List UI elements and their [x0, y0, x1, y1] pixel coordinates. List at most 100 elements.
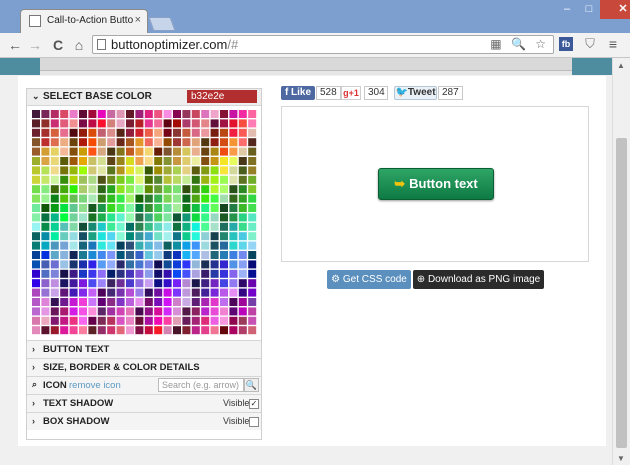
color-swatch[interactable]: [135, 241, 144, 250]
color-swatch[interactable]: [50, 110, 59, 118]
color-swatch[interactable]: [79, 213, 87, 222]
color-swatch[interactable]: [182, 260, 191, 269]
color-swatch[interactable]: [126, 175, 134, 184]
close-tab-icon[interactable]: ×: [135, 14, 141, 26]
color-swatch[interactable]: [229, 204, 238, 212]
color-swatch[interactable]: [191, 128, 200, 137]
color-swatch[interactable]: [201, 279, 210, 288]
color-swatch[interactable]: [210, 119, 219, 128]
color-swatch[interactable]: [173, 232, 181, 241]
color-swatch[interactable]: [126, 194, 134, 203]
color-swatch[interactable]: [154, 157, 163, 165]
color-swatch[interactable]: [191, 204, 200, 212]
color-swatch[interactable]: [126, 279, 134, 288]
color-swatch[interactable]: [41, 185, 50, 194]
color-swatch[interactable]: [50, 316, 59, 325]
color-swatch[interactable]: [182, 307, 191, 316]
color-swatch[interactable]: [210, 110, 219, 118]
color-swatch[interactable]: [60, 307, 69, 316]
color-swatch[interactable]: [41, 194, 50, 203]
color-swatch[interactable]: [154, 166, 163, 175]
color-swatch[interactable]: [41, 128, 50, 137]
color-swatch[interactable]: [238, 279, 247, 288]
color-swatch[interactable]: [41, 241, 50, 250]
color-swatch[interactable]: [60, 269, 69, 278]
color-swatch[interactable]: [144, 326, 153, 335]
color-swatch[interactable]: [88, 260, 97, 269]
color-swatch[interactable]: [144, 175, 153, 184]
color-swatch[interactable]: [220, 288, 228, 297]
color-swatch[interactable]: [88, 288, 97, 297]
color-swatch[interactable]: [220, 194, 228, 203]
color-swatch[interactable]: [201, 147, 210, 156]
color-swatch[interactable]: [41, 316, 50, 325]
color-swatch[interactable]: [69, 204, 78, 212]
color-swatch[interactable]: [154, 119, 163, 128]
color-swatch[interactable]: [116, 119, 125, 128]
color-swatch[interactable]: [229, 157, 238, 165]
color-swatch[interactable]: [69, 138, 78, 147]
color-swatch[interactable]: [88, 298, 97, 306]
color-swatch[interactable]: [135, 138, 144, 147]
browser-tab[interactable]: Call-to-Action Button Ge ×: [20, 9, 148, 33]
color-swatch[interactable]: [238, 175, 247, 184]
color-swatch[interactable]: [229, 241, 238, 250]
color-swatch[interactable]: [88, 269, 97, 278]
color-swatch[interactable]: [144, 279, 153, 288]
color-swatch[interactable]: [144, 147, 153, 156]
color-swatch[interactable]: [60, 232, 69, 241]
color-swatch[interactable]: [41, 232, 50, 241]
color-swatch[interactable]: [41, 119, 50, 128]
color-swatch[interactable]: [69, 316, 78, 325]
color-swatch[interactable]: [116, 326, 125, 335]
color-swatch[interactable]: [97, 269, 106, 278]
color-swatch[interactable]: [97, 110, 106, 118]
color-swatch[interactable]: [50, 288, 59, 297]
color-swatch[interactable]: [69, 269, 78, 278]
color-swatch[interactable]: [210, 279, 219, 288]
color-swatch[interactable]: [107, 119, 116, 128]
color-swatch[interactable]: [191, 269, 200, 278]
color-swatch[interactable]: [32, 326, 40, 335]
color-swatch[interactable]: [229, 175, 238, 184]
color-swatch[interactable]: [79, 298, 87, 306]
color-swatch[interactable]: [210, 157, 219, 165]
color-swatch[interactable]: [126, 241, 134, 250]
color-swatch[interactable]: [97, 157, 106, 165]
color-swatch[interactable]: [116, 110, 125, 118]
color-swatch[interactable]: [126, 316, 134, 325]
color-swatch[interactable]: [97, 185, 106, 194]
color-swatch[interactable]: [220, 279, 228, 288]
color-swatch[interactable]: [210, 166, 219, 175]
color-swatch[interactable]: [107, 316, 116, 325]
color-swatch[interactable]: [69, 298, 78, 306]
color-swatch[interactable]: [163, 260, 172, 269]
color-swatch[interactable]: [32, 251, 40, 259]
color-swatch[interactable]: [191, 316, 200, 325]
color-swatch[interactable]: [88, 157, 97, 165]
color-swatch[interactable]: [32, 213, 40, 222]
color-swatch[interactable]: [116, 213, 125, 222]
color-swatch[interactable]: [69, 110, 78, 118]
color-swatch[interactable]: [163, 166, 172, 175]
color-swatch[interactable]: [154, 138, 163, 147]
color-swatch[interactable]: [126, 110, 134, 118]
color-swatch[interactable]: [201, 241, 210, 250]
color-swatch[interactable]: [163, 222, 172, 231]
color-swatch[interactable]: [229, 232, 238, 241]
color-swatch[interactable]: [163, 279, 172, 288]
color-swatch[interactable]: [210, 241, 219, 250]
color-swatch[interactable]: [79, 166, 87, 175]
color-swatch[interactable]: [210, 175, 219, 184]
color-swatch[interactable]: [182, 166, 191, 175]
color-swatch[interactable]: [191, 307, 200, 316]
color-swatch[interactable]: [229, 316, 238, 325]
color-swatch[interactable]: [88, 326, 97, 335]
color-swatch[interactable]: [182, 204, 191, 212]
color-swatch[interactable]: [107, 166, 116, 175]
color-swatch[interactable]: [248, 119, 257, 128]
color-swatch[interactable]: [144, 213, 153, 222]
color-swatch[interactable]: [107, 222, 116, 231]
color-swatch[interactable]: [210, 326, 219, 335]
color-swatch[interactable]: [144, 204, 153, 212]
